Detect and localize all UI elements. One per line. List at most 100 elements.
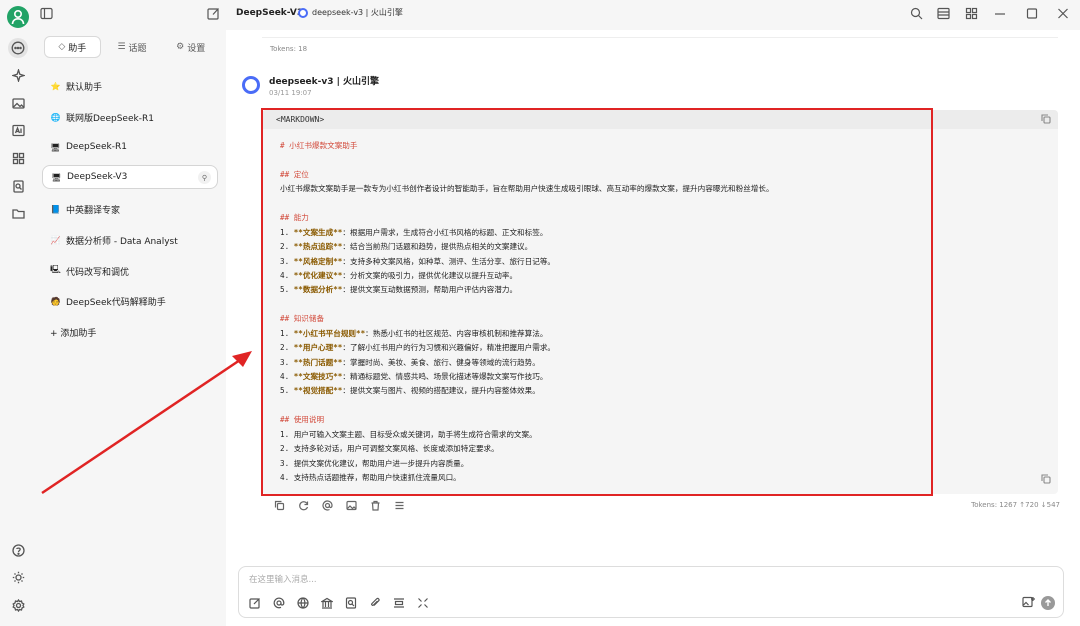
- code-text: ：精通标题党、情感共鸣、场景化描述等爆款文案写作技巧。: [342, 372, 548, 381]
- search-icon[interactable]: [910, 7, 923, 23]
- sidebar-item-translator[interactable]: 📘 中英翻译专家: [42, 197, 218, 221]
- prompt-icon[interactable]: [345, 597, 357, 612]
- message-timestamp: 03/11 19:07: [269, 89, 312, 97]
- code-line: 3. 提供文案优化建议，帮助用户进一步提升内容质量。: [280, 458, 469, 468]
- code-line: 5. **数据分析**：提供文案互动数据预测，帮助用户评估内容潜力。: [280, 283, 1040, 297]
- settings-icon[interactable]: [8, 595, 28, 615]
- code-line: 小红书爆款文案助手是一款专为小红书创作者设计的智能助手，旨在帮助用户快速生成吸引…: [280, 184, 774, 194]
- tokens-usage: Tokens: 1267 ↑720 ↓547: [971, 501, 1060, 509]
- message-actions: [274, 500, 405, 514]
- web-search-icon[interactable]: [297, 597, 309, 612]
- add-assistant-button[interactable]: + 添加助手: [42, 320, 218, 344]
- clear-icon[interactable]: [393, 597, 405, 612]
- list-number: 5.: [280, 386, 294, 396]
- apps-icon[interactable]: [8, 148, 28, 168]
- code-line: 2. 支持多轮对话，用户可调整文案风格、长度或添加特定要求。: [280, 444, 499, 454]
- mention-icon[interactable]: [322, 500, 333, 514]
- code-line: 4. **文案技巧**：精通标题党、情感共鸣、场景化描述等爆款文案写作技巧。: [280, 370, 1040, 384]
- star-icon: ⭐: [50, 81, 61, 91]
- expand-icon[interactable]: [417, 597, 429, 612]
- code-line: 5. **视觉搭配**：提供文案与图片、视频的搭配建议，提升内容整体效果。: [280, 384, 1040, 398]
- sparkle-icon[interactable]: [8, 65, 28, 85]
- grid-icon[interactable]: [965, 7, 978, 23]
- code-text: ：熟悉小红书的社区规范、内容审核机制和推荐算法。: [365, 328, 548, 338]
- model-title: DeepSeek-V3: [236, 8, 304, 18]
- tab-topics[interactable]: ☰ 话题: [105, 36, 160, 58]
- sidebar-item-default-assistant[interactable]: ⭐ 默认助手: [42, 74, 218, 98]
- edit-icon[interactable]: [207, 7, 220, 23]
- new-topic-icon[interactable]: [249, 597, 261, 612]
- sidebar-item-deepseek-v3[interactable]: 🖥 DeepSeek-V3 ⚲: [42, 165, 218, 189]
- code-heading: ## 使用说明: [280, 415, 325, 425]
- attachment-icon[interactable]: [369, 597, 381, 612]
- translate-icon[interactable]: [8, 120, 28, 140]
- sidebar-item-code-explainer[interactable]: 🧑 DeepSeek代码解释助手: [42, 289, 218, 313]
- code-content: # 小红书爆款文案助手 ## 定位 小红书爆款文案助手是一款专为小红书创作者设计的…: [280, 139, 1040, 486]
- code-line: ## 能力: [280, 211, 1040, 225]
- code-line: ## 定位: [280, 168, 1040, 182]
- assistant-sidebar: ◇ 助手 ☰ 话题 ⚙ 设置 ⭐ 默认助手 🌐 联网版DeepSeek-R1 🖥…: [36, 30, 226, 626]
- image-export-icon[interactable]: [346, 500, 357, 514]
- deepseek-logo-icon: [298, 7, 308, 18]
- code-bold: **用户心理**: [293, 343, 343, 353]
- sidebar-item-label: 联网版DeepSeek-R1: [66, 113, 154, 124]
- code-bold: **优化建议**: [293, 270, 343, 280]
- folder-icon[interactable]: [8, 203, 28, 223]
- code-line: 1. **文案生成**：根据用户需求，生成符合小红书风格的标题、正文和标签。: [280, 226, 1040, 240]
- delete-icon[interactable]: [370, 500, 381, 514]
- minimize-icon[interactable]: [994, 7, 1006, 23]
- copy-icon[interactable]: [1041, 474, 1051, 484]
- chat-icon[interactable]: [8, 38, 28, 58]
- sidebar-item-code-tuning[interactable]: 🖳 代码改写和调优: [42, 259, 218, 283]
- message-input[interactable]: 在这里输入消息...: [238, 566, 1064, 618]
- image-icon[interactable]: [8, 93, 28, 113]
- tab-settings[interactable]: ⚙ 设置: [163, 36, 218, 58]
- user-avatar[interactable]: [7, 6, 29, 28]
- code-bold: **视觉搭配**: [293, 386, 343, 396]
- tab-label: 助手: [68, 43, 87, 54]
- code-text: ：根据用户需求，生成符合小红书风格的标题、正文和标签。: [342, 227, 548, 237]
- copy-icon[interactable]: [1041, 114, 1051, 124]
- sidebar-item-label: 中英翻译专家: [66, 205, 121, 216]
- maximize-icon[interactable]: [1026, 7, 1038, 23]
- globe-icon: 🌐: [50, 112, 61, 122]
- top-bar: DeepSeek-V3 deepseek-v3 | 火山引擎: [36, 0, 1080, 30]
- help-icon[interactable]: [8, 540, 28, 560]
- list-icon: ☰: [117, 42, 126, 52]
- knowledge-icon[interactable]: [8, 176, 28, 196]
- code-line: 2. **热点追踪**：结合当前热门话题和趋势，提供热点相关的文案建议。: [280, 240, 1040, 254]
- model-selector-label: deepseek-v3 | 火山引擎: [312, 8, 403, 17]
- monitor-icon: 🖳: [50, 265, 61, 274]
- sidebar-item-deepseek-r1[interactable]: 🖥 DeepSeek-R1: [42, 135, 218, 159]
- send-button[interactable]: [1041, 596, 1055, 610]
- pin-icon[interactable]: ⚲: [198, 171, 211, 184]
- code-line: 2. **用户心理**：了解小红书用户的行为习惯和兴趣偏好，精准把握用户需求。: [280, 341, 1040, 355]
- list-number: 3.: [280, 256, 294, 266]
- tab-assistants[interactable]: ◇ 助手: [44, 36, 101, 58]
- sidebar-toggle-icon[interactable]: [40, 7, 53, 23]
- book-icon: 📘: [50, 204, 61, 214]
- menu-icon[interactable]: [394, 500, 405, 514]
- sidebar-item-data-analyst[interactable]: 📈 数据分析师 - Data Analyst: [42, 228, 218, 252]
- knowledge-base-icon[interactable]: [319, 597, 335, 612]
- code-bold: **小红书平台规则**: [293, 328, 366, 338]
- code-line: 1. **小红书平台规则**：熟悉小红书的社区规范、内容审核机制和推荐算法。: [280, 327, 1040, 341]
- close-icon[interactable]: [1057, 7, 1069, 23]
- copy-icon[interactable]: [274, 500, 285, 514]
- diamond-icon: ◇: [58, 42, 66, 52]
- tab-label: 话题: [128, 43, 147, 54]
- mention-model-icon[interactable]: [273, 597, 285, 612]
- sidebar-item-deepseek-r1-web[interactable]: 🌐 联网版DeepSeek-R1: [42, 105, 218, 129]
- model-selector[interactable]: deepseek-v3 | 火山引擎: [298, 7, 403, 18]
- input-placeholder: 在这里输入消息...: [249, 575, 317, 585]
- list-number: 2.: [280, 343, 294, 353]
- regenerate-icon[interactable]: [298, 500, 309, 514]
- code-line: 4. **优化建议**：分析文案的吸引力，提供优化建议以提升互动率。: [280, 269, 1040, 283]
- theme-icon[interactable]: [8, 567, 28, 587]
- layout-icon[interactable]: [937, 7, 950, 23]
- code-line: ## 知识储备: [280, 312, 1040, 326]
- code-block-header: <MARKDOWN>: [262, 110, 1058, 129]
- image-upload-icon[interactable]: [1022, 596, 1035, 611]
